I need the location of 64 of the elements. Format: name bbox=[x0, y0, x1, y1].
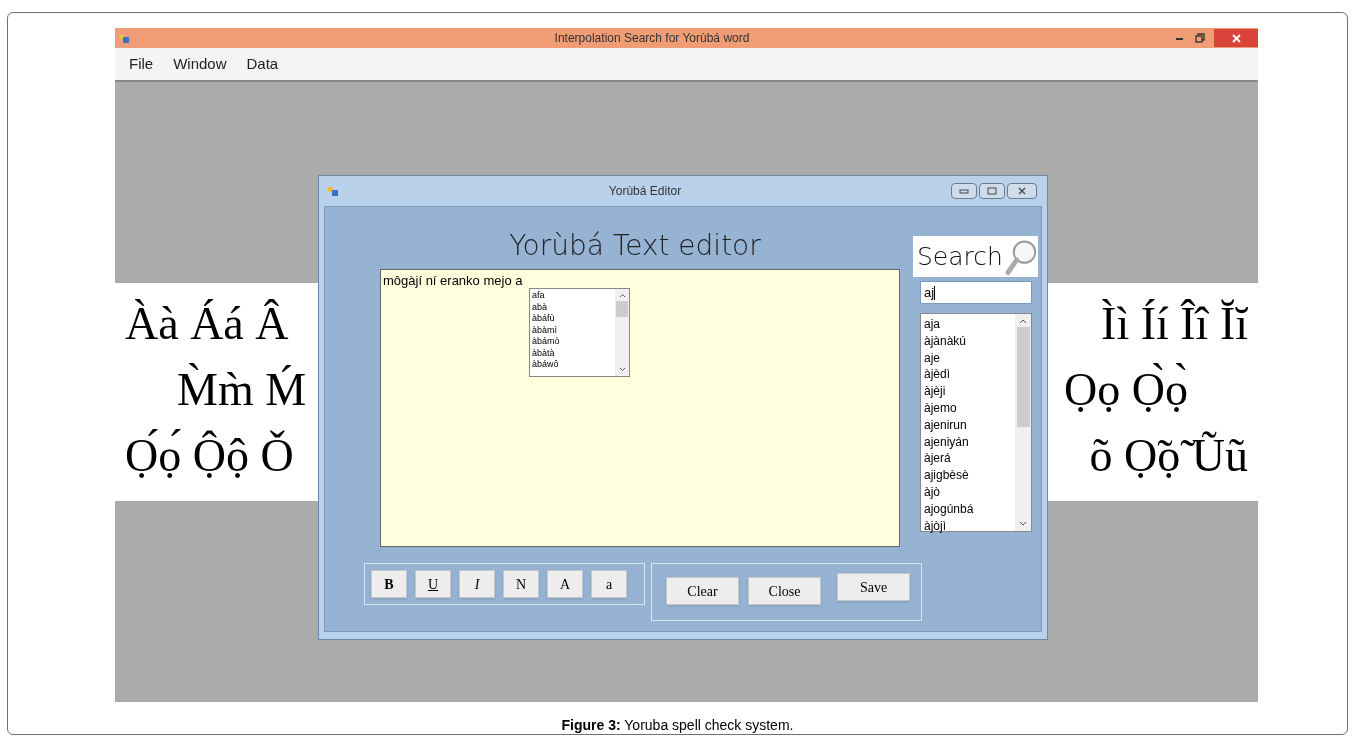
app-icon bbox=[327, 185, 339, 197]
result-item[interactable]: ajigbèsè bbox=[924, 467, 1015, 484]
close-icon bbox=[1231, 33, 1241, 43]
action-button[interactable]: Save bbox=[837, 573, 910, 601]
result-item[interactable]: àjèdì bbox=[924, 366, 1015, 384]
close-button[interactable] bbox=[1007, 183, 1037, 199]
minimize-icon bbox=[959, 188, 969, 194]
italic-button[interactable]: I bbox=[459, 570, 495, 598]
search-field[interactable]: aj bbox=[920, 281, 1032, 304]
result-item[interactable]: àjerá bbox=[924, 450, 1015, 468]
suggestion-list[interactable]: afa abà àbáfù àbàmì àbámò àbàtà àbáwô bbox=[529, 288, 630, 377]
maximize-button[interactable] bbox=[979, 183, 1005, 199]
scrollbar[interactable] bbox=[615, 289, 629, 376]
search-label: Search bbox=[917, 240, 1003, 273]
underline-button[interactable]: U bbox=[415, 570, 451, 598]
result-item[interactable]: àjò bbox=[924, 483, 1015, 501]
result-item[interactable]: àjòjì bbox=[924, 517, 1015, 535]
action-button[interactable]: Clear bbox=[666, 577, 739, 605]
result-item[interactable]: àjemo bbox=[924, 400, 1015, 417]
suggestion-item[interactable]: àbáfù bbox=[532, 313, 615, 325]
suggestion-item[interactable]: àbáwô bbox=[532, 359, 615, 371]
result-item[interactable]: àjèji bbox=[924, 383, 1015, 400]
upper-button[interactable]: A bbox=[547, 570, 583, 598]
letter-line: M̀m̀ Ḿ bbox=[176, 362, 307, 417]
scrollbar-thumb[interactable] bbox=[616, 301, 628, 317]
editor-heading: Yorùbá Text editor bbox=[508, 228, 762, 264]
letter-line: Ọ́ọ́ Ộộ Ǒ bbox=[125, 428, 294, 483]
window-title: Interpolation Search for Yorùbá word bbox=[553, 30, 751, 47]
letter-line: Ọọ Ọ̀ọ̀ bbox=[1064, 362, 1189, 417]
lower-button[interactable]: a bbox=[591, 570, 627, 598]
text-area[interactable]: môgàjí ní eranko mejo a afa abà àbáfù àbàmì àbámò àbàtà àbáwô bbox=[380, 269, 900, 547]
action-button[interactable]: Close bbox=[748, 577, 821, 605]
suggestion-item[interactable]: àbàtà bbox=[532, 347, 615, 359]
result-item[interactable]: ajeniyán bbox=[924, 433, 1015, 451]
result-item[interactable]: ajenirun bbox=[924, 416, 1015, 434]
letter-line: õ Ọ̃ọ̃ Ũũ bbox=[1089, 429, 1248, 483]
suggestion-item[interactable]: àbàmì bbox=[532, 324, 615, 336]
suggestion-item[interactable]: abà bbox=[532, 301, 615, 313]
normal-button[interactable]: N bbox=[503, 570, 539, 598]
result-item[interactable]: ajogúnbá bbox=[924, 500, 1015, 518]
maximize-icon bbox=[987, 187, 997, 195]
result-item[interactable]: aje bbox=[924, 349, 1015, 367]
suggestion-item[interactable]: afa bbox=[532, 290, 615, 302]
close-icon bbox=[1018, 187, 1026, 195]
figure-caption: Figure 3: Yoruba spell check system. bbox=[560, 716, 795, 735]
bold-button[interactable]: B bbox=[371, 570, 407, 598]
dialog-title: Yorùbá Editor bbox=[607, 183, 683, 200]
editor-text: môgàjí ní eranko mejo a bbox=[383, 272, 523, 290]
minimize-button[interactable] bbox=[951, 183, 977, 199]
letter-line: Àà Áá Â bbox=[125, 297, 289, 351]
scrollbar[interactable] bbox=[1015, 314, 1031, 531]
letter-line: Ìì Íí Îî Ĭĭ bbox=[1101, 297, 1248, 351]
suggestion-item[interactable]: àbámò bbox=[532, 336, 615, 348]
app-icon bbox=[118, 32, 130, 44]
results-list[interactable]: aja àjànàkú aje àjèdì àjèji àjemo ajenirun ajeniyán àjerá ajigbèsè àjò ajogúnbá àjòjì bbox=[920, 313, 1032, 532]
menu-item[interactable]: Window bbox=[173, 52, 227, 76]
restore-icon[interactable] bbox=[1194, 32, 1206, 44]
search-value: aj bbox=[924, 283, 935, 302]
close-button[interactable] bbox=[1214, 29, 1258, 47]
menu-item[interactable]: Data bbox=[246, 52, 279, 76]
result-item[interactable]: àjànàkú bbox=[924, 332, 1015, 350]
scrollbar-thumb[interactable] bbox=[1016, 327, 1030, 427]
result-item[interactable]: aja bbox=[924, 316, 1015, 333]
menu-item[interactable]: File bbox=[129, 52, 154, 76]
